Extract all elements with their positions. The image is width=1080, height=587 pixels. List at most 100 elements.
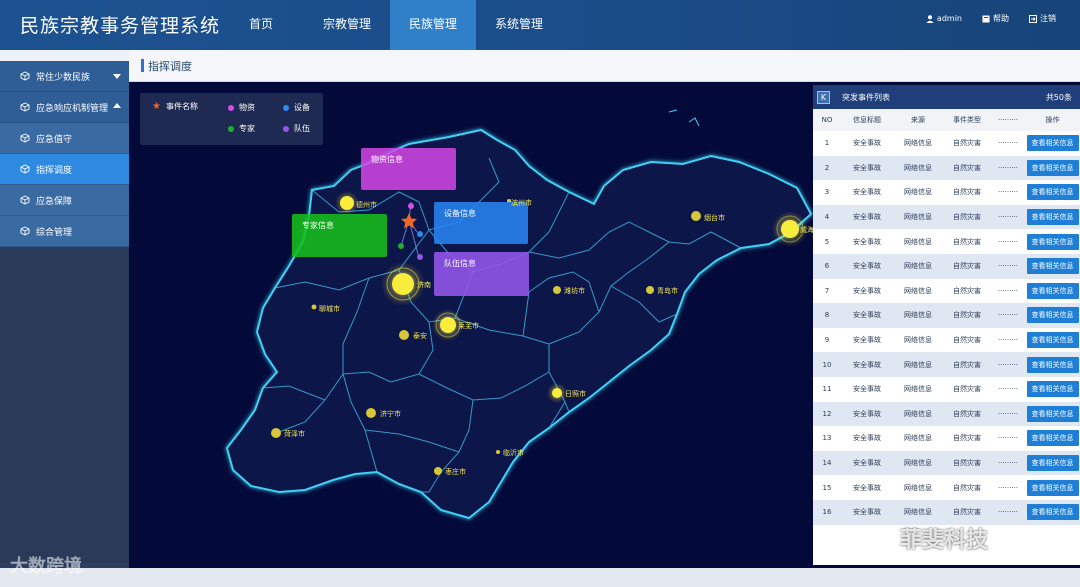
view-related-info-button[interactable]: 查看相关信息 [1026, 159, 1079, 176]
view-related-info-button[interactable]: 查看相关信息 [1026, 381, 1079, 398]
column-header-source: 来源 [893, 109, 943, 131]
row-type: 自然灾害 [943, 180, 991, 205]
table-row: 1 安全事故 网络信息 自然灾害 ········· 查看相关信息 [813, 131, 1080, 156]
legend-label: 专家 [239, 124, 255, 133]
row-type: 自然灾害 [943, 499, 991, 525]
row-no: 14 [813, 450, 841, 476]
legend-dot-icon [283, 104, 289, 111]
logout-icon [1029, 14, 1037, 23]
city-label-linyi: 临沂市 [503, 449, 524, 457]
view-related-info-button[interactable]: 查看相关信息 [1026, 356, 1079, 373]
row-title: 安全事故 [841, 352, 893, 377]
legend-item-equipment: 设备 [283, 102, 310, 113]
city-label-liaocheng: 聊城市 [319, 305, 340, 313]
panel-total-count: 共50条 [1045, 92, 1072, 102]
view-related-info-button[interactable]: 查看相关信息 [1026, 233, 1079, 250]
row-more: ········· [991, 499, 1025, 525]
view-related-info-button[interactable]: 查看相关信息 [1026, 184, 1079, 201]
nav-system[interactable]: 系统管理 [476, 0, 562, 50]
row-source: 网络信息 [893, 253, 943, 279]
view-related-info-button[interactable]: 查看相关信息 [1026, 282, 1079, 299]
view-related-info-button[interactable]: 查看相关信息 [1026, 135, 1079, 152]
nav-home[interactable]: 首页 [218, 0, 304, 50]
city-label-heze: 菏泽市 [284, 430, 305, 438]
row-no: 1 [813, 131, 841, 156]
view-related-info-button[interactable]: 查看相关信息 [1026, 430, 1079, 447]
row-action-cell: 查看相关信息 [1025, 499, 1080, 525]
nav-ethnic[interactable]: 民族管理 [390, 0, 476, 50]
row-source: 网络信息 [893, 303, 943, 328]
row-action-cell: 查看相关信息 [1025, 155, 1080, 181]
table-row: 2 安全事故 网络信息 自然灾害 ········· 查看相关信息 [813, 155, 1080, 181]
sidebar-item-command-dispatch[interactable]: 指挥调度 [0, 154, 129, 185]
row-no: 11 [813, 376, 841, 402]
legend-item-team: 队伍 [283, 123, 310, 134]
top-header: 民族宗教事务管理系统 首页 宗教管理 民族管理 系统管理 admin 帮助 注销 [0, 0, 1080, 50]
city-label-zaozhuang: 枣庄市 [445, 468, 466, 476]
city-label-laiwu: 莱芜市 [458, 322, 479, 330]
row-source: 网络信息 [893, 327, 943, 353]
sidebar-item-emergency-support[interactable]: 应急保障 [0, 185, 129, 216]
cube-icon [20, 71, 30, 81]
row-source: 网络信息 [893, 155, 943, 181]
row-more: ········· [991, 376, 1025, 402]
row-type: 自然灾害 [943, 376, 991, 402]
user-menu[interactable]: admin [926, 13, 962, 24]
view-related-info-button[interactable]: 查看相关信息 [1026, 209, 1079, 226]
row-source: 网络信息 [893, 376, 943, 402]
table-row: 12 安全事故 网络信息 自然灾害 ········· 查看相关信息 [813, 401, 1080, 427]
column-header-no: NO [813, 109, 841, 131]
popup-team-info[interactable]: 队伍信息 [434, 252, 529, 296]
legend-dot-icon [228, 125, 234, 132]
popup-experts-info[interactable]: 专家信息 [292, 214, 387, 257]
table-row: 16 安全事故 网络信息 自然灾害 ········· 查看相关信息 [813, 499, 1080, 525]
cube-icon [20, 133, 30, 143]
row-action-cell: 查看相关信息 [1025, 450, 1080, 476]
sidebar-item-emergency-mechanism[interactable]: 应急响应机制管理 [0, 92, 129, 123]
row-more: ········· [991, 303, 1025, 328]
row-more: ········· [991, 475, 1025, 500]
view-related-info-button[interactable]: 查看相关信息 [1026, 504, 1079, 521]
row-more: ········· [991, 401, 1025, 427]
username: admin [936, 14, 962, 23]
popup-equipment-info[interactable]: 设备信息 [434, 202, 528, 244]
row-no: 2 [813, 155, 841, 181]
row-action-cell: 查看相关信息 [1025, 475, 1080, 500]
row-more: ········· [991, 352, 1025, 377]
nav-religion[interactable]: 宗教管理 [304, 0, 390, 50]
breadcrumb-marker [141, 59, 144, 72]
page-title: 指挥调度 [148, 60, 192, 73]
row-type: 自然灾害 [943, 155, 991, 181]
view-related-info-button[interactable]: 查看相关信息 [1026, 455, 1079, 472]
view-related-info-button[interactable]: 查看相关信息 [1026, 307, 1079, 324]
row-title: 安全事故 [841, 401, 893, 427]
row-more: ········· [991, 426, 1025, 451]
view-related-info-button[interactable]: 查看相关信息 [1026, 405, 1079, 422]
row-source: 网络信息 [893, 180, 943, 205]
view-related-info-button[interactable]: 查看相关信息 [1026, 258, 1079, 275]
row-title: 安全事故 [841, 253, 893, 279]
row-title: 安全事故 [841, 450, 893, 476]
sidebar-item-emergency-duty[interactable]: 应急值守 [0, 123, 129, 154]
book-icon [982, 15, 990, 22]
row-title: 安全事故 [841, 180, 893, 205]
sidebar-item-general-management[interactable]: 综合管理 [0, 216, 129, 247]
row-type: 自然灾害 [943, 204, 991, 230]
table-row: 13 安全事故 网络信息 自然灾害 ········· 查看相关信息 [813, 426, 1080, 451]
popup-materials-info[interactable]: 物资信息 [361, 148, 456, 190]
table-row: 9 安全事故 网络信息 自然灾害 ········· 查看相关信息 [813, 327, 1080, 353]
column-header-type: 事件类型 [943, 109, 991, 131]
sidebar-item-label: 综合管理 [36, 227, 73, 238]
table-row: 5 安全事故 网络信息 自然灾害 ········· 查看相关信息 [813, 229, 1080, 254]
legend-dot-icon [283, 125, 289, 132]
help-link[interactable]: 帮助 [982, 13, 1009, 24]
city-label-yantai: 烟台市 [704, 214, 725, 222]
logout-link[interactable]: 注销 [1029, 13, 1056, 24]
watermark-right: 菲斐科技 [900, 528, 989, 553]
view-related-info-button[interactable]: 查看相关信息 [1026, 332, 1079, 349]
view-related-info-button[interactable]: 查看相关信息 [1026, 479, 1079, 496]
row-title: 安全事故 [841, 303, 893, 328]
row-source: 网络信息 [893, 499, 943, 525]
sidebar-item-resident-minorities[interactable]: 常住少数民族 [0, 61, 129, 92]
row-action-cell: 查看相关信息 [1025, 180, 1080, 205]
